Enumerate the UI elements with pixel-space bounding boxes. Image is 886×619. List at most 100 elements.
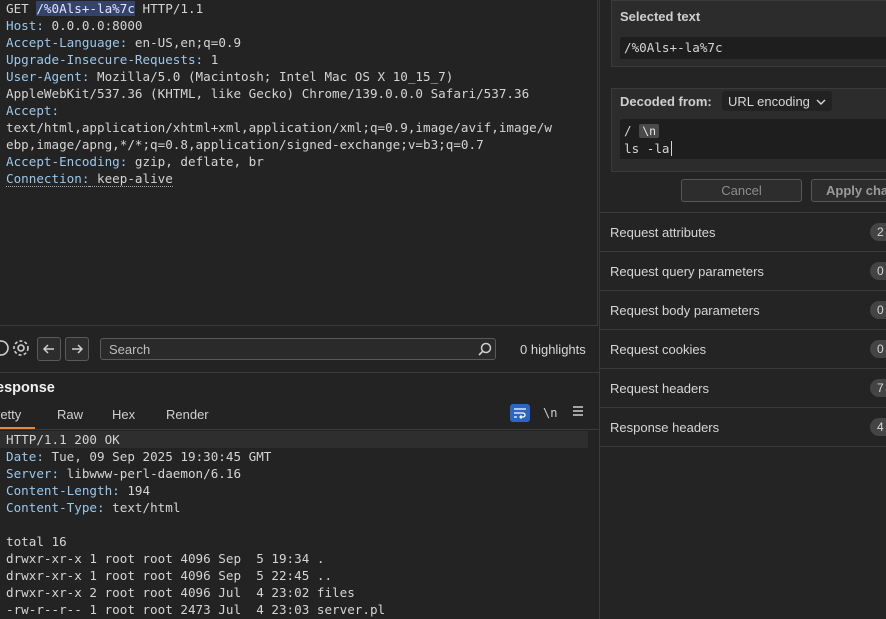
code-line: HTTP/1.1 200 OK [6,431,120,448]
code-text: en-US,en;q=0.9 [127,35,242,50]
code-text: 0.0.0.0:8000 [43,18,143,33]
header-name: Date: [6,449,44,464]
code-text: HTTP/1.1 [134,1,204,16]
menu-icon[interactable] [571,404,585,421]
header-name: Upgrade-Insecure-Requests: [6,52,204,67]
code-text: drwxr-xr-x 1 root root 4096 Sep 5 22:45 … [6,568,333,583]
header-name: Content-Length: [6,483,120,498]
header-name: Accept: [6,103,60,118]
code-text: AppleWebKit/537.36 (KHTML, like Gecko) C… [6,86,530,101]
header-name: Accept-Language: [6,35,128,50]
code-line: Accept-Language: en-US,en;q=0.9 [6,34,241,51]
section-request-attributes[interactable]: Request attributes 2 [600,213,886,252]
word-wrap-icon[interactable] [510,404,530,422]
cancel-button[interactable]: Cancel [681,179,802,202]
code-line: AppleWebKit/537.36 (KHTML, like Gecko) C… [6,85,529,102]
chevron-down-icon [816,94,826,109]
code-text: keep-alive [89,171,173,187]
code-text: text/html [104,500,181,515]
code-text: drwxr-xr-x 2 root root 4096 Jul 4 23:02 … [6,585,355,600]
search-input[interactable] [100,338,496,360]
encoding-value: URL encoding [728,93,810,109]
encoding-select[interactable]: URL encoding [722,91,832,111]
code-text: Tue, 09 Sep 2025 19:30:45 GMT [43,449,272,464]
header-name: Connection: [6,171,90,187]
selected-text-title: Selected text [620,9,701,24]
header-name: Accept-Encoding: [6,154,128,169]
header-name: User-Agent: [6,69,90,84]
section-label: Response headers [610,420,720,435]
code-line: Server: libwww-perl-daemon/6.16 [6,465,241,482]
newline-toggle[interactable]: \n [543,406,557,420]
section-label: Request query parameters [610,264,764,279]
code-text: libwww-perl-daemon/6.16 [59,466,242,481]
apply-changes-button[interactable]: Apply cha [811,179,886,202]
section-count: 0 [870,301,886,319]
code-line: -rw-r--r-- 1 root root 2473 Jul 4 23:03 … [6,601,385,618]
code-line: drwxr-xr-x 1 root root 4096 Sep 5 19:34 … [6,550,324,567]
decoded-text-area[interactable]: / \n ls -la​ [620,119,886,159]
code-line: Connection: keep-alive [6,170,173,187]
header-name: Server: [6,466,60,481]
section-count: 0 [870,340,886,358]
response-editor[interactable]: HTTP/1.1 200 OK Date: Tue, 09 Sep 2025 19… [0,430,599,619]
code-text: gzip, deflate, br [127,154,264,169]
section-request-body-parameters[interactable]: Request body parameters 0 [600,291,886,330]
section-label: Request headers [610,381,710,396]
request-toolbar: 0 highlights [0,326,599,373]
code-text: 1 [203,52,219,67]
code-text: 194 [119,483,151,498]
tab-raw[interactable]: Raw [57,407,83,422]
code-line: Upgrade-Insecure-Requests: 1 [6,51,218,68]
forward-arrow-icon[interactable] [65,337,89,361]
code-line: GET /%0Als+-la%7c HTTP/1.1 [6,0,203,17]
decoded-line-2: ls -la [624,141,670,156]
code-text: HTTP/1.1 200 OK [6,432,120,447]
newline-chip: \n [639,124,660,138]
code-line: User-Agent: Mozilla/5.0 (Macintosh; Inte… [6,68,453,85]
selected-text-value[interactable]: /%0Als+-la%7c [620,37,886,59]
header-name: Host: [6,18,44,33]
section-label: Request attributes [610,225,716,240]
code-text: GET [6,1,37,16]
code-text: Mozilla/5.0 (Macintosh; Intel Mac OS X 1… [89,69,454,84]
code-line: Host: 0.0.0.0:8000 [6,17,143,34]
decoded-from-label: Decoded from: [620,94,712,109]
tab-hex[interactable]: Hex [112,407,135,422]
message-pane: GET /%0Als+-la%7c HTTP/1.1 Host: 0.0.0.0:… [0,0,599,619]
header-name: Content-Type: [6,500,105,515]
request-editor[interactable]: GET /%0Als+-la%7c HTTP/1.1 Host: 0.0.0.0:… [0,0,598,326]
response-title: esponse [0,380,55,396]
code-line: drwxr-xr-x 2 root root 4096 Jul 4 23:02 … [6,584,355,601]
code-text: total 16 [6,534,67,549]
tab-render[interactable]: Render [166,407,209,422]
section-request-query-parameters[interactable]: Request query parameters 0 [600,252,886,291]
decoded-panel: Decoded from: URL encoding / \n ls -la​ [611,88,886,172]
tab-pretty[interactable]: retty [0,407,21,422]
inspector-pane: Selected text /%0Als+-la%7c Decoded from… [599,0,886,619]
section-count: 7 [870,379,886,397]
code-line: drwxr-xr-x 1 root root 4096 Sep 5 22:45 … [6,567,332,584]
code-line: ebp,image/apng,*/*;q=0.8,application/sig… [6,136,484,153]
back-arrow-icon[interactable] [37,337,61,361]
search-icon[interactable] [477,341,493,360]
code-text: drwxr-xr-x 1 root root 4096 Sep 5 19:34 … [6,551,325,566]
code-text: /%0Als+-la%7c [36,1,135,16]
code-line: Content-Length: 194 [6,482,150,499]
section-label: Request body parameters [610,303,760,318]
decoded-line-1: / [624,123,632,138]
inspector-sections: Request attributes 2 Request query param… [600,212,886,447]
selected-text-panel: Selected text /%0Als+-la%7c [611,0,886,67]
code-line: Accept-Encoding: gzip, deflate, br [6,153,264,170]
code-text: -rw-r--r-- 1 root root 2473 Jul 4 23:03 … [6,602,386,617]
gear-icon[interactable] [10,337,32,359]
section-request-cookies[interactable]: Request cookies 0 [600,330,886,369]
code-text: text/html,application/xhtml+xml,applicat… [6,120,552,135]
section-count: 2 [870,223,886,241]
section-response-headers[interactable]: Response headers 4 [600,408,886,447]
code-line: Content-Type: text/html [6,499,180,516]
code-text: ebp,image/apng,*/*;q=0.8,application/sig… [6,137,484,152]
section-request-headers[interactable]: Request headers 7 [600,369,886,408]
text-cursor: ​ [670,141,672,156]
section-count: 0 [870,262,886,280]
